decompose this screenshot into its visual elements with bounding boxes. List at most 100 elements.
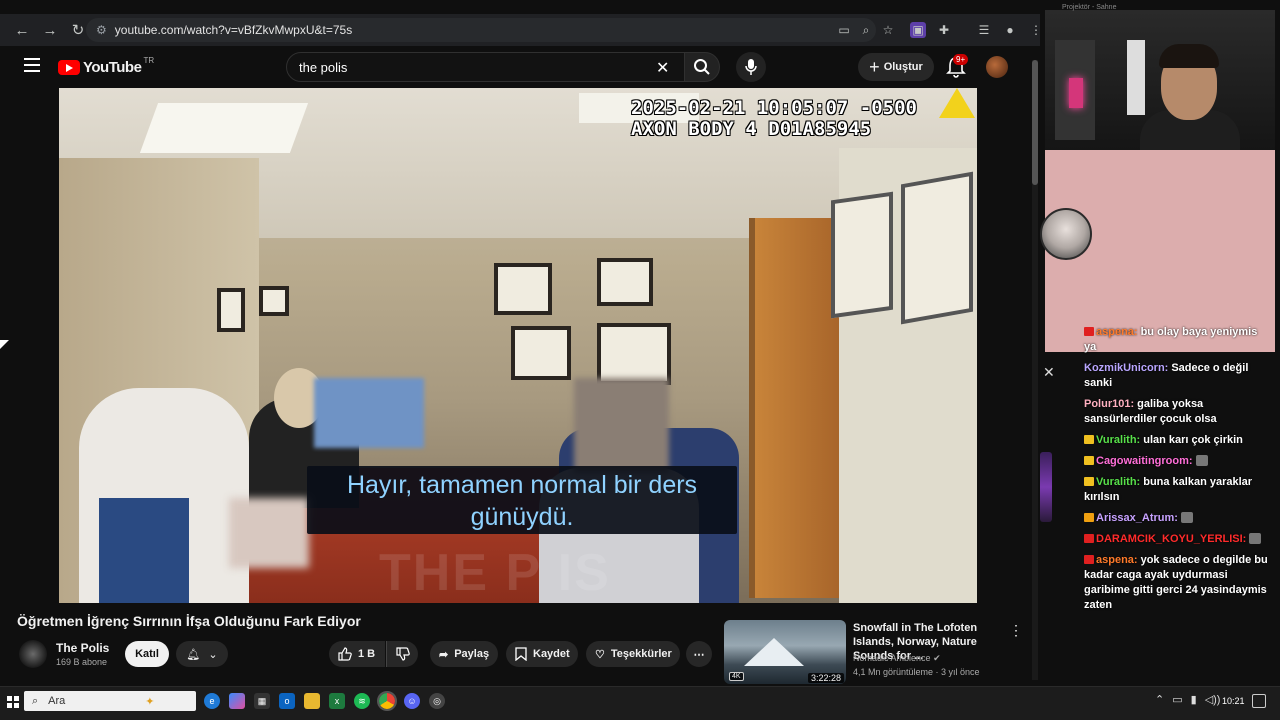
like-button[interactable]: 1 B bbox=[329, 641, 385, 667]
chat-badge-icon bbox=[1084, 456, 1094, 465]
recommended-channel-name: Nomadic Ambience bbox=[853, 653, 931, 663]
notification-center-icon[interactable] bbox=[1252, 694, 1266, 708]
excel-icon[interactable]: x bbox=[329, 693, 345, 709]
taskbar-search-placeholder: Ara bbox=[48, 695, 66, 707]
cast-icon[interactable]: ▭ bbox=[836, 22, 852, 38]
mouse-cursor-icon bbox=[0, 340, 9, 349]
bookmark-star-icon[interactable]: ☆ bbox=[880, 22, 896, 38]
like-count: 1 B bbox=[358, 648, 376, 660]
system-clock[interactable]: 10:21 bbox=[1222, 696, 1245, 706]
obs-icon[interactable]: ◎ bbox=[429, 693, 445, 709]
recommended-menu-icon[interactable]: ⋮ bbox=[1009, 622, 1023, 639]
logo-text: YouTube bbox=[83, 59, 142, 76]
system-tray: ⌃ ▭ ▮ ◁)) bbox=[1155, 693, 1220, 706]
video-duration: 3:22:28 bbox=[808, 673, 845, 683]
chevron-up-icon[interactable]: ⌃ bbox=[1155, 693, 1164, 706]
video-player[interactable]: 2025-02-21 10:05:07 -0500 AXON BODY 4 D0… bbox=[59, 88, 977, 603]
share-button[interactable]: ➦ Paylaş bbox=[430, 641, 498, 667]
scene-person bbox=[79, 388, 249, 603]
site-info-icon[interactable]: ⚙ bbox=[96, 23, 107, 37]
channel-avatar[interactable] bbox=[19, 640, 47, 668]
video-subtitle: Hayır, tamamen normal bir ders günüydü. bbox=[307, 466, 737, 534]
wall-frame bbox=[597, 258, 653, 306]
chat-badge-icon bbox=[1084, 327, 1094, 336]
hamburger-menu-icon[interactable] bbox=[24, 58, 40, 72]
chat-username[interactable]: aspena: bbox=[1096, 554, 1138, 566]
chat-message: DARAMCIK_KOYU_YERLISI: bbox=[1084, 532, 1270, 547]
chat-badge-icon bbox=[1084, 534, 1094, 543]
chat-badge-icon bbox=[1084, 555, 1094, 564]
chat-username[interactable]: KozmikUnicorn: bbox=[1084, 362, 1168, 374]
bell-icon: 🔔︎ bbox=[186, 648, 201, 661]
profile-icon[interactable]: ● bbox=[1002, 22, 1018, 38]
join-button[interactable]: Katıl bbox=[125, 641, 169, 667]
spotify-icon[interactable]: ≋ bbox=[354, 693, 370, 709]
browser-toolbar: ← → ↻ ⚙ youtube.com/watch?v=vBfZkvMwpxU&… bbox=[0, 14, 1042, 46]
discord-icon[interactable]: ☺ bbox=[404, 693, 420, 709]
dislike-button[interactable] bbox=[386, 641, 418, 667]
thanks-button[interactable]: ♡ Teşekkürler bbox=[586, 641, 680, 667]
save-button[interactable]: Kaydet bbox=[506, 641, 578, 667]
chat-message: Polur101: galiba yoksa sansürlerdiler çoc… bbox=[1084, 397, 1270, 427]
more-horizontal-icon: ⋯ bbox=[693, 648, 705, 661]
subscriber-count: 169 B abone bbox=[56, 657, 108, 667]
search-input[interactable]: the polis bbox=[286, 52, 686, 82]
search-icon bbox=[694, 59, 710, 75]
store-icon[interactable]: ▦ bbox=[254, 693, 270, 709]
network-icon[interactable]: ▭ bbox=[1172, 693, 1182, 706]
microphone-icon[interactable]: ▮ bbox=[1191, 693, 1197, 706]
more-actions-button[interactable]: ⋯ bbox=[686, 641, 712, 667]
notification-badge: 9+ bbox=[953, 54, 969, 65]
verified-icon: ✔ bbox=[933, 653, 941, 663]
chrome-icon[interactable] bbox=[377, 691, 397, 711]
edge-icon[interactable]: e bbox=[204, 693, 220, 709]
channel-watermark: THE P IS bbox=[379, 544, 611, 602]
windows-taskbar: ⌕ Ara ✦ e ▦ o x ≋ ☺ ◎ ⌃ ▭ ▮ ◁)) 10:21 bbox=[0, 686, 1280, 720]
address-bar[interactable]: ⚙ youtube.com/watch?v=vBfZkvMwpxU&t=75s bbox=[86, 18, 876, 42]
chat-username[interactable]: DARAMCIK_KOYU_YERLISI: bbox=[1096, 533, 1246, 545]
subscription-bell-button[interactable]: 🔔︎ ⌄ bbox=[176, 641, 228, 667]
taskbar-search-input[interactable]: ⌕ Ara ✦ bbox=[24, 691, 196, 711]
copilot-icon[interactable] bbox=[229, 693, 245, 709]
chat-username[interactable]: Cagowaitingroom: bbox=[1096, 455, 1193, 467]
file-explorer-icon[interactable] bbox=[304, 693, 320, 709]
outlook-icon[interactable]: o bbox=[279, 693, 295, 709]
windows-start-icon[interactable] bbox=[7, 696, 19, 708]
blurred-face bbox=[574, 378, 669, 473]
media-control-icon[interactable]: ☰ bbox=[976, 22, 992, 38]
puzzle-icon[interactable]: ✚ bbox=[936, 22, 952, 38]
search-button[interactable] bbox=[684, 52, 720, 82]
clear-search-icon[interactable]: ✕ bbox=[656, 58, 669, 78]
thumbs-down-icon bbox=[395, 647, 410, 661]
youtube-play-icon bbox=[58, 60, 80, 75]
chat-username[interactable]: Polur101: bbox=[1084, 398, 1134, 410]
webcam-feed bbox=[1045, 10, 1275, 150]
axon-logo bbox=[939, 88, 975, 118]
microphone-icon bbox=[745, 59, 757, 75]
recommended-channel[interactable]: Nomadic Ambience ✔ bbox=[853, 653, 941, 664]
youtube-header: YouTube TR the polis ✕ + Oluştur 9+ bbox=[0, 46, 1040, 88]
bookmark-icon bbox=[515, 647, 527, 661]
chat-badge-icon bbox=[1084, 513, 1094, 522]
volume-icon[interactable]: ◁)) bbox=[1205, 693, 1221, 706]
chat-username[interactable]: Vuralith: bbox=[1096, 476, 1140, 488]
scrollbar-thumb[interactable] bbox=[1032, 60, 1038, 185]
extension-icon[interactable]: ▣ bbox=[910, 22, 926, 38]
forward-button[interactable]: → bbox=[38, 18, 62, 42]
youtube-logo[interactable]: YouTube TR bbox=[58, 56, 154, 76]
browser-extensions: ▣ ✚ ☰ ● ⋮ bbox=[910, 22, 1044, 38]
create-button[interactable]: + Oluştur bbox=[858, 53, 934, 81]
zoom-icon[interactable]: ⌕ bbox=[858, 22, 874, 38]
chat-username[interactable]: Arissax_Atrum: bbox=[1096, 512, 1178, 524]
chat-username[interactable]: Vuralith: bbox=[1096, 434, 1140, 446]
share-icon: ➦ bbox=[439, 648, 449, 661]
account-avatar[interactable] bbox=[986, 56, 1008, 78]
chat-username[interactable]: aspena: bbox=[1096, 326, 1138, 338]
channel-name[interactable]: The Polis bbox=[56, 641, 109, 655]
overlay-decoration bbox=[1040, 452, 1052, 522]
back-button[interactable]: ← bbox=[10, 18, 34, 42]
blurred-monitor bbox=[314, 378, 424, 448]
close-icon[interactable]: ✕ bbox=[1043, 364, 1055, 381]
voice-search-button[interactable] bbox=[736, 52, 766, 82]
chat-list: aspena: bu olay baya yeniymis ya KozmikUni… bbox=[1084, 325, 1270, 619]
